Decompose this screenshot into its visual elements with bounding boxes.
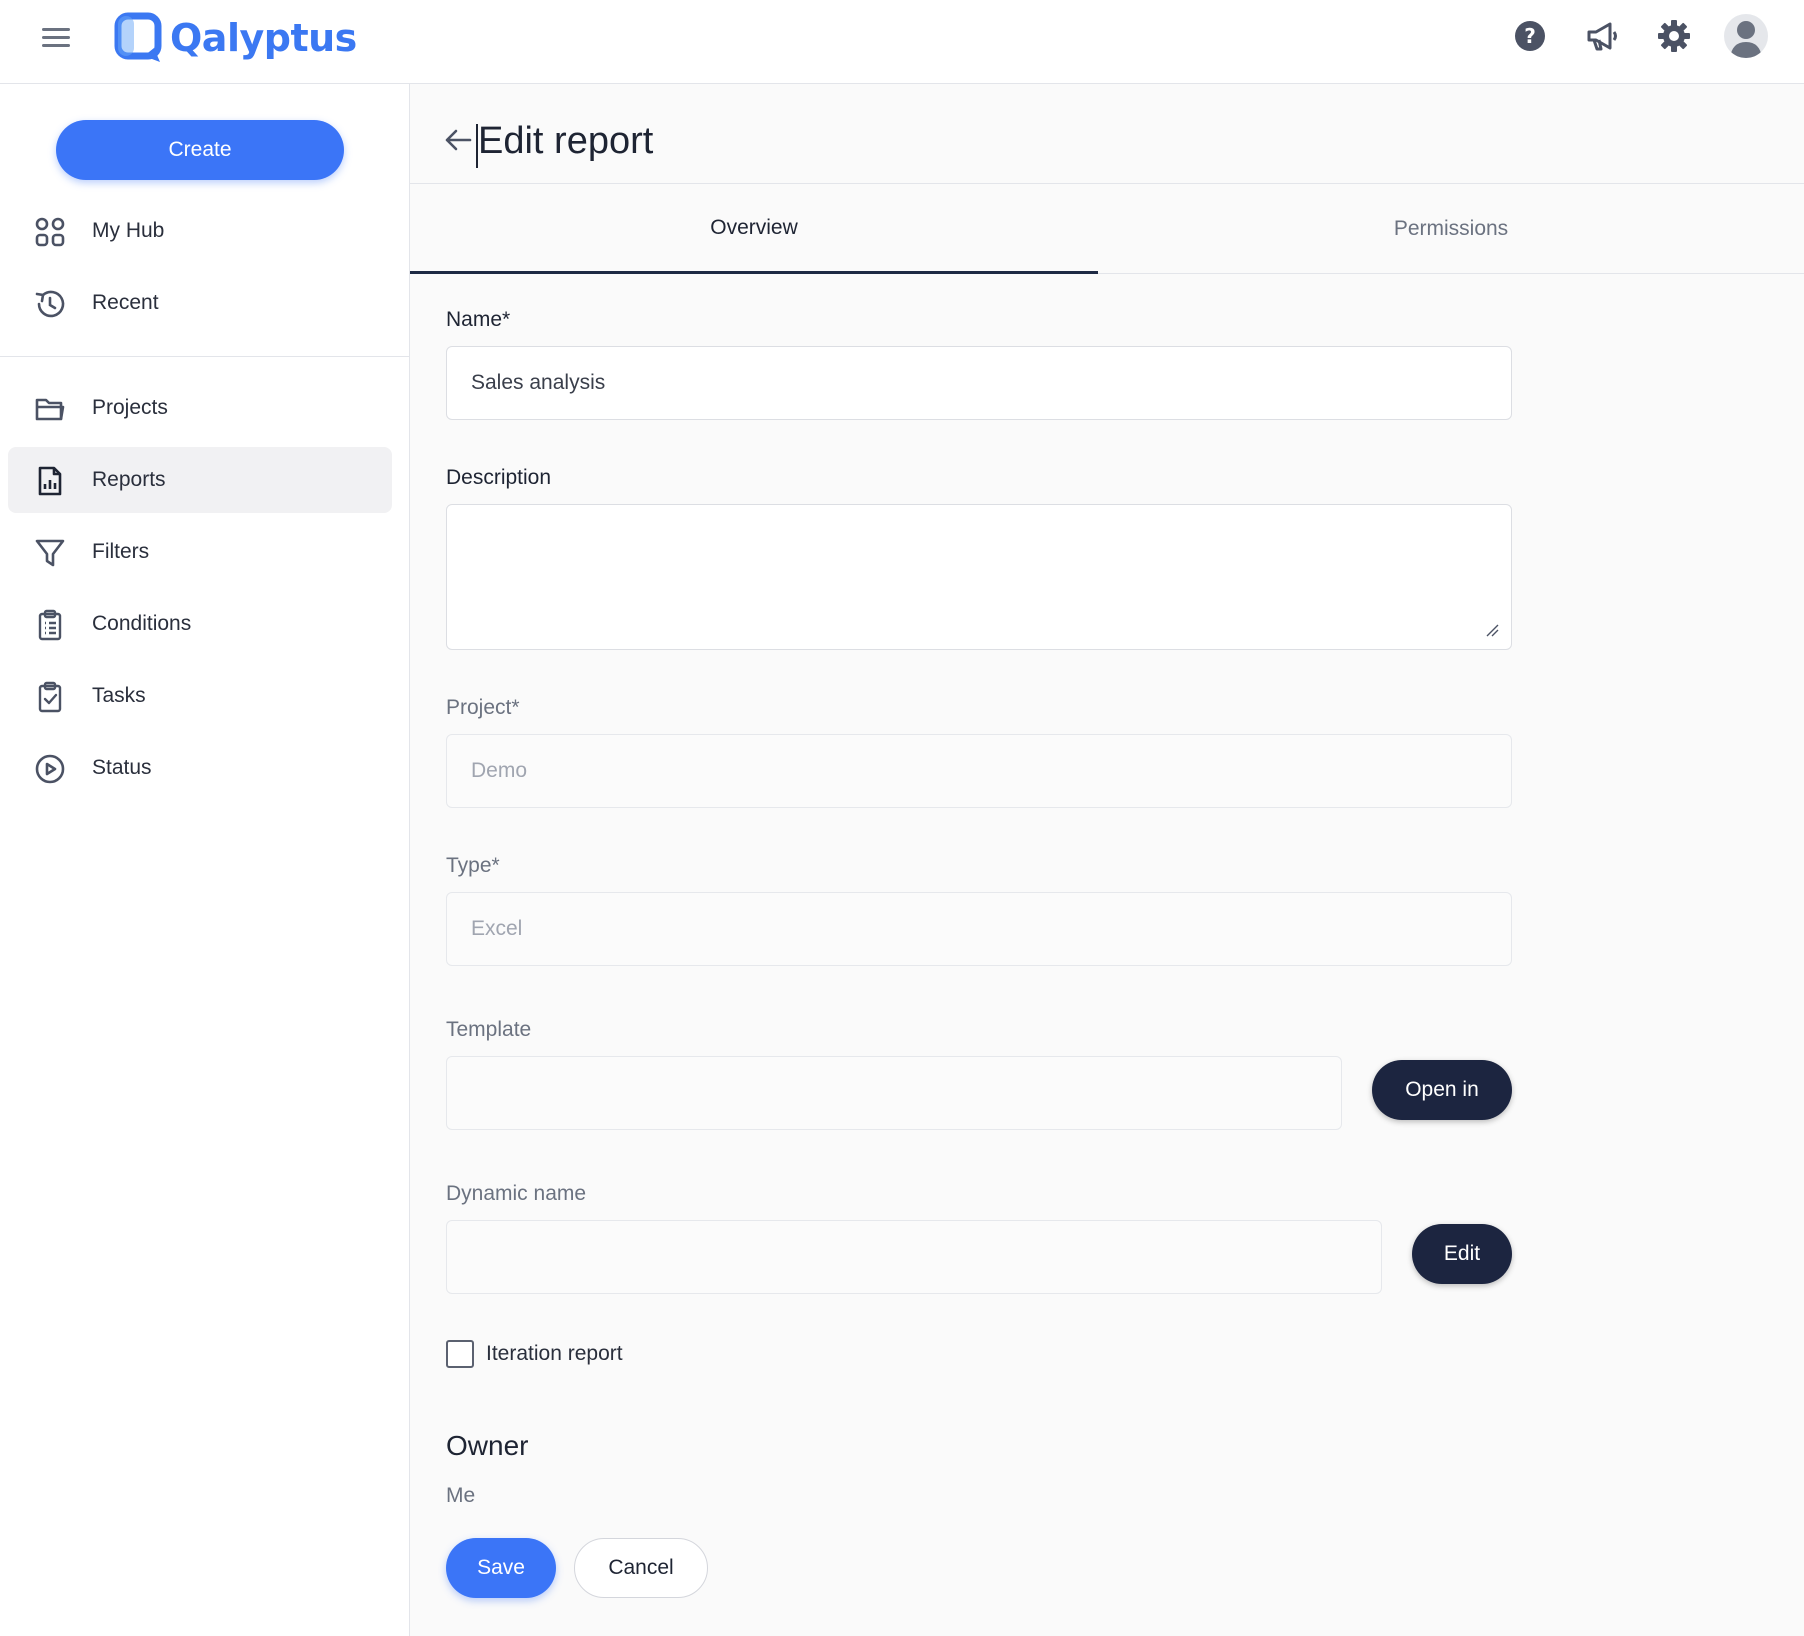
sidebar-item-label: Recent: [92, 291, 159, 314]
megaphone-icon[interactable]: [1580, 14, 1624, 58]
type-field[interactable]: Excel: [446, 892, 1512, 966]
open-in-button[interactable]: Open in: [1372, 1060, 1512, 1120]
save-button[interactable]: Save: [446, 1538, 556, 1598]
user-avatar-icon[interactable]: [1724, 14, 1768, 58]
folder-icon: [35, 398, 65, 421]
back-arrow-icon[interactable]: [442, 124, 474, 156]
hamburger-menu-icon[interactable]: [40, 24, 72, 56]
sidebar-item-label: Status: [92, 756, 152, 779]
description-label: Description: [446, 466, 552, 489]
sidebar-item-label: My Hub: [92, 219, 165, 242]
template-label: Template: [446, 1018, 532, 1041]
description-field[interactable]: [446, 504, 1512, 650]
project-field[interactable]: Demo: [446, 734, 1512, 808]
svg-text:?: ?: [1524, 24, 1536, 48]
app-name: Qalyptus: [170, 16, 357, 60]
tab-overview[interactable]: Overview: [410, 184, 1098, 274]
sidebar-item-recent[interactable]: Recent: [8, 270, 392, 336]
clipboard-check-icon: [38, 681, 62, 713]
name-field[interactable]: Sales analysis: [446, 346, 1512, 420]
dynamic-name-label: Dynamic name: [446, 1182, 587, 1205]
qalyptus-logo-icon: [114, 12, 162, 62]
app-logo[interactable]: Qalyptus: [114, 10, 357, 66]
sidebar-item-tasks[interactable]: Tasks: [8, 663, 392, 729]
owner-heading: Owner: [446, 1430, 529, 1461]
resize-handle-icon[interactable]: [1485, 623, 1499, 637]
main-content: Edit report Overview Permissions Name* S…: [410, 84, 1804, 1636]
report-icon: [38, 466, 62, 496]
gear-icon[interactable]: [1652, 14, 1696, 58]
history-icon: [35, 290, 65, 318]
cancel-button[interactable]: Cancel: [574, 1538, 708, 1598]
owner-value: Me: [446, 1484, 476, 1507]
name-label: Name*: [446, 308, 511, 331]
sidebar-divider: [0, 356, 409, 357]
sidebar-item-label: Tasks: [92, 684, 146, 707]
tab-permissions[interactable]: Permissions: [1098, 184, 1804, 274]
sidebar: Create My Hub Recent Projects Reports Fi…: [0, 84, 410, 1636]
sidebar-item-label: Reports: [92, 468, 166, 491]
tab-bar: Overview Permissions: [410, 184, 1804, 274]
create-button[interactable]: Create: [56, 120, 344, 180]
sidebar-item-projects[interactable]: Projects: [8, 375, 392, 441]
sidebar-item-conditions[interactable]: Conditions: [8, 591, 392, 657]
sidebar-item-label: Conditions: [92, 612, 192, 635]
page-header: Edit report: [410, 84, 1804, 184]
edit-dynamic-name-button[interactable]: Edit: [1412, 1224, 1512, 1284]
sidebar-item-reports[interactable]: Reports: [8, 447, 392, 513]
sidebar-item-label: Filters: [92, 540, 150, 563]
type-label: Type*: [446, 854, 500, 877]
template-field[interactable]: [446, 1056, 1342, 1130]
dynamic-name-field[interactable]: [446, 1220, 1382, 1294]
project-label: Project*: [446, 696, 520, 719]
play-circle-icon: [35, 754, 65, 784]
top-bar: Qalyptus ?: [0, 0, 1804, 84]
funnel-icon: [35, 539, 65, 567]
page-title: Edit report: [478, 120, 654, 162]
iteration-report-checkbox[interactable]: [446, 1340, 474, 1368]
help-icon[interactable]: ?: [1508, 14, 1552, 58]
sidebar-item-status[interactable]: Status: [8, 735, 392, 801]
sidebar-item-my-hub[interactable]: My Hub: [8, 198, 392, 264]
sidebar-item-label: Projects: [92, 396, 168, 419]
clipboard-list-icon: [38, 609, 62, 641]
grid-icon: [35, 217, 65, 247]
iteration-report-label: Iteration report: [486, 1342, 623, 1365]
sidebar-item-filters[interactable]: Filters: [8, 519, 392, 585]
